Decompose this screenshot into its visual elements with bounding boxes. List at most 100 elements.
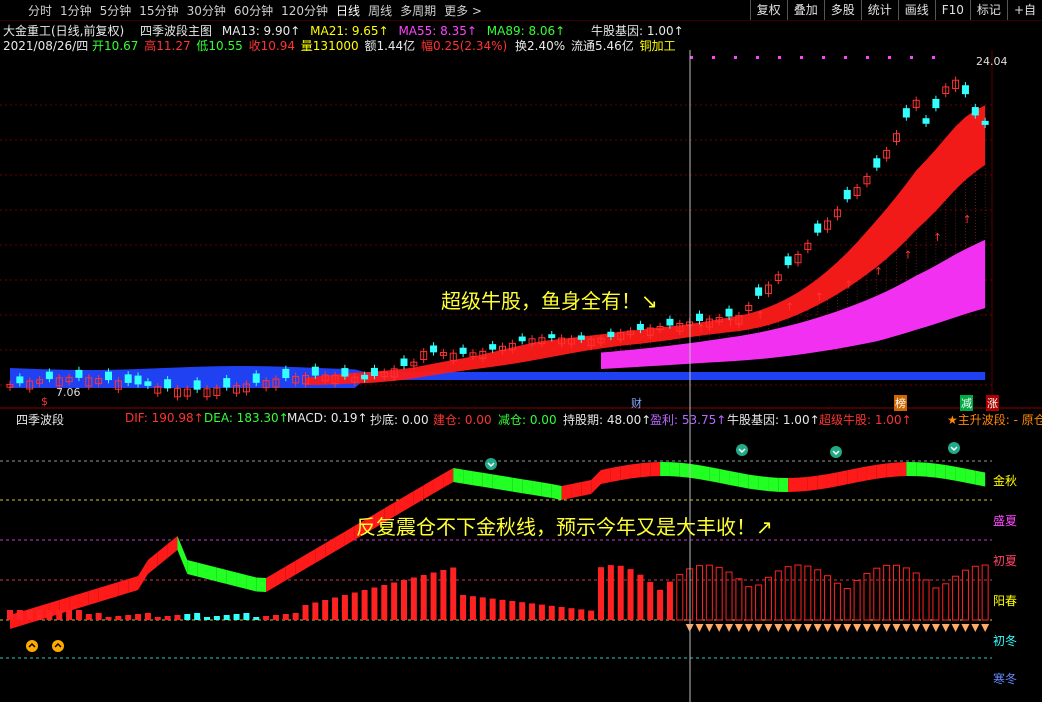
bar-97 xyxy=(961,569,969,621)
wave-seg-63 xyxy=(630,463,641,479)
bar-29 xyxy=(292,613,299,620)
bar-59 xyxy=(588,610,595,620)
diamond-76 xyxy=(754,624,763,632)
wave-seg-43 xyxy=(433,473,444,494)
wave-seg-54 xyxy=(541,482,552,498)
top-marker-8 xyxy=(866,56,869,59)
wave-seg-18 xyxy=(187,560,198,577)
candle-body-52 xyxy=(518,336,526,342)
wave-seg-14 xyxy=(147,552,158,574)
bar-47 xyxy=(469,596,476,620)
bar-39 xyxy=(391,582,398,620)
wave-seg-27 xyxy=(275,566,286,587)
wave-seg-66 xyxy=(660,462,670,477)
bar-70 xyxy=(696,565,703,621)
level-handong: 寒冬 xyxy=(993,672,1018,686)
bar-27 xyxy=(272,615,279,620)
wave-seg-26 xyxy=(266,572,276,592)
top-marker-2 xyxy=(734,56,737,59)
bar-49 xyxy=(489,598,496,620)
up-arrow-70: ↑ xyxy=(697,322,706,335)
wave-seg-11 xyxy=(118,579,129,596)
wave-seg-81 xyxy=(807,475,818,491)
wave-seg-51 xyxy=(512,477,523,494)
tag-cai[interactable]: 财 xyxy=(630,395,643,411)
bar-0 xyxy=(7,610,13,620)
up-arrow-85: ↑ xyxy=(844,279,853,292)
wave-seg-82 xyxy=(817,474,828,490)
wave-seg-6 xyxy=(69,594,79,611)
signal-dot-1 xyxy=(736,444,748,456)
price-high-label: 24.04 xyxy=(976,55,1008,68)
wave-seg-72 xyxy=(719,468,730,485)
wave-seg-73 xyxy=(729,470,739,487)
diamond-98 xyxy=(971,624,980,632)
kline-chart[interactable]: ↑ ↑ ↑ ↑ ↑ ↑ ↑ ↑ ↑ ↑ xyxy=(0,0,1042,702)
candle-body-73 xyxy=(725,308,733,317)
wave-seg-49 xyxy=(492,474,503,490)
wave-seg-67 xyxy=(669,462,680,477)
wave-seg-30 xyxy=(305,549,316,569)
wave-seg-40 xyxy=(404,491,414,511)
wave-seg-46 xyxy=(463,469,473,486)
sub-indicator-name[interactable]: 四季波段 xyxy=(16,411,64,428)
wave-seg-70 xyxy=(699,465,710,481)
wave-seg-60 xyxy=(601,468,611,484)
wave-seg-19 xyxy=(197,562,207,579)
wave-seg-64 xyxy=(640,462,651,478)
wave-seg-68 xyxy=(679,462,690,478)
wave-seg-92 xyxy=(916,462,927,477)
candle-body-55 xyxy=(548,334,556,339)
wave-seg-15 xyxy=(157,544,168,566)
diamond-91 xyxy=(902,624,911,632)
diamond-71 xyxy=(705,624,714,632)
bar-55 xyxy=(548,605,555,620)
bar-14 xyxy=(144,613,151,620)
tag-jian[interactable]: 减 xyxy=(960,395,973,411)
buy-dot-1 xyxy=(52,640,64,652)
diamond-70 xyxy=(695,624,704,632)
bar-80 xyxy=(794,564,802,621)
bar-24 xyxy=(243,613,250,620)
wave-seg-20 xyxy=(207,565,217,582)
bar-3 xyxy=(36,610,43,620)
wave-seg-24 xyxy=(246,575,257,592)
signal-dot-0 xyxy=(485,458,497,470)
bar-76 xyxy=(755,584,763,621)
bar-53 xyxy=(529,603,536,620)
up-arrow-73: ↑ xyxy=(726,316,735,329)
bar-18 xyxy=(184,614,191,620)
bar-52 xyxy=(519,602,526,620)
bar-13 xyxy=(135,614,142,620)
tag-zhang[interactable]: 涨 xyxy=(986,395,999,411)
buy-dot-0 xyxy=(26,640,38,652)
bar-28 xyxy=(282,614,289,620)
bar-25 xyxy=(253,617,260,620)
signal-dot-2 xyxy=(830,446,842,458)
wave-seg-17 xyxy=(177,536,188,574)
diamond-81 xyxy=(803,624,812,632)
bar-72 xyxy=(715,566,723,621)
blue-band xyxy=(10,366,986,388)
wave-seg-91 xyxy=(906,462,917,477)
bar-88 xyxy=(873,567,881,621)
up-arrow-82: ↑ xyxy=(815,290,824,303)
bar-26 xyxy=(263,616,270,620)
bar-91 xyxy=(902,567,910,621)
candle-body-10 xyxy=(105,371,112,381)
sub-niu-gene: 牛股基因: 1.00↑ xyxy=(727,413,820,427)
wave-seg-50 xyxy=(502,476,513,492)
level-chudong: 初冬 xyxy=(993,634,1018,648)
top-marker-1 xyxy=(712,56,715,59)
tag-dollar: $ xyxy=(41,395,48,408)
candle-body-46 xyxy=(459,347,467,354)
candlesticks xyxy=(6,56,989,401)
wave-seg-94 xyxy=(935,463,946,480)
diamond-92 xyxy=(912,624,921,632)
bar-75 xyxy=(745,586,753,621)
bar-78 xyxy=(774,570,782,621)
dif-value: DIF: 190.98↑ xyxy=(125,411,204,425)
tag-bang[interactable]: 榜 xyxy=(894,395,907,411)
wave-seg-41 xyxy=(413,485,424,505)
wave-seg-62 xyxy=(620,464,631,481)
